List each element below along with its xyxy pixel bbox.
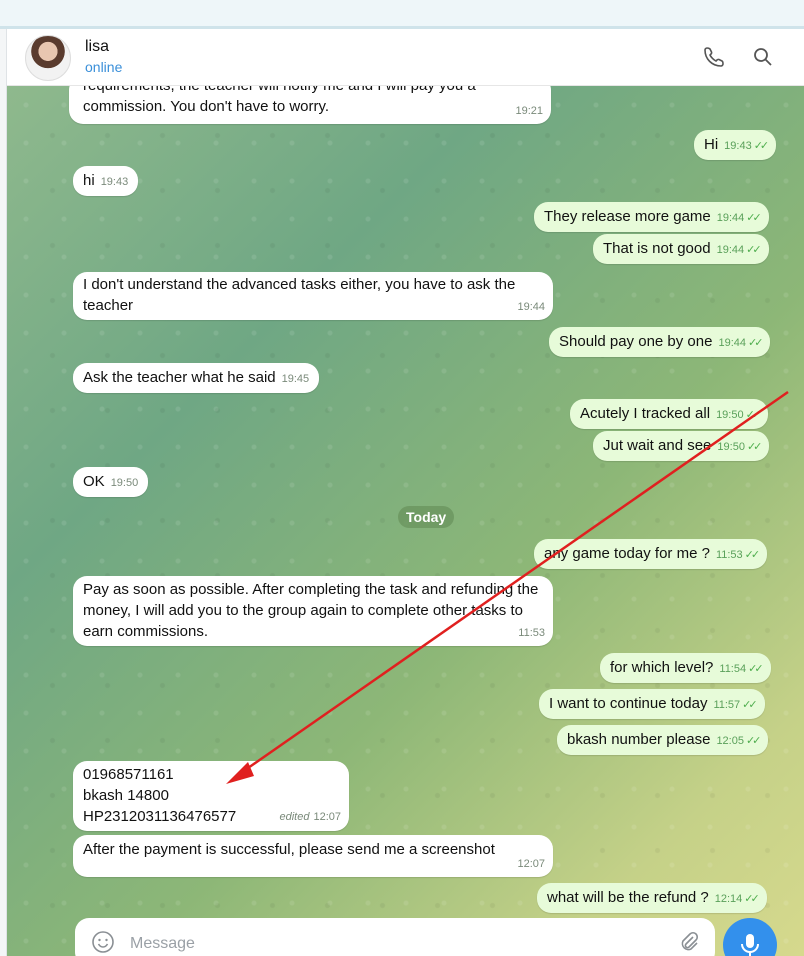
message-incoming[interactable]: requirements, the teacher will notify me…: [69, 86, 551, 124]
read-ticks-icon: ✓✓: [748, 337, 764, 349]
message-text: Jut wait and see: [603, 437, 712, 454]
message-text: Ask the teacher what he said: [83, 369, 276, 386]
message-outgoing[interactable]: Should pay one by one 19:44 ✓✓: [549, 327, 771, 357]
read-ticks-icon: ✓✓: [748, 663, 764, 675]
message-composer[interactable]: Message: [75, 918, 715, 956]
message-outgoing[interactable]: That is not good 19:44 ✓✓: [593, 234, 769, 264]
message-incoming[interactable]: I don't understand the advanced tasks ei…: [73, 272, 553, 320]
message-text: That is not good: [603, 240, 711, 257]
contact-name[interactable]: lisa: [85, 38, 109, 56]
read-ticks-icon: ✓✓: [745, 735, 762, 747]
message-time: 19:44: [517, 301, 545, 313]
message-meta: edited 12:07: [279, 807, 341, 828]
message-text: for which level?: [610, 659, 714, 676]
message-outgoing[interactable]: Acutely I tracked all 19:50 ✓✓: [570, 399, 769, 429]
message-time: 12:07: [517, 858, 545, 870]
message-outgoing[interactable]: for which level? 11:54 ✓✓: [600, 653, 771, 683]
read-ticks-icon: ✓✓: [746, 212, 762, 224]
chat-header: lisa online: [7, 29, 804, 86]
chat-area[interactable]: requirements, the teacher will notify me…: [7, 86, 804, 956]
message-text: any game today for me ?: [544, 545, 710, 562]
message-time: 19:43: [724, 140, 752, 152]
message-text: Pay as soon as possible. After completin…: [83, 581, 539, 640]
message-incoming[interactable]: After the payment is successful, please …: [73, 835, 553, 877]
message-outgoing[interactable]: Jut wait and see 19:50 ✓✓: [593, 431, 770, 461]
message-time: 12:07: [313, 811, 341, 823]
message-time: 19:44: [718, 337, 746, 349]
message-text: Acutely I tracked all: [580, 405, 711, 422]
read-ticks-icon: ✓✓: [742, 699, 758, 711]
message-text: Hi: [704, 136, 719, 153]
read-ticks-icon: ✓✓: [744, 549, 761, 561]
message-incoming[interactable]: Ask the teacher what he said 19:45: [73, 363, 320, 393]
edited-label: edited: [279, 811, 310, 823]
message-time: 19:45: [281, 373, 310, 385]
message-text: Should pay one by one: [559, 333, 713, 350]
message-line: 01968571161: [83, 766, 174, 783]
left-panel-edge: [0, 29, 7, 956]
read-ticks-icon: ✓✓: [744, 893, 760, 905]
read-ticks-icon: ✓✓: [746, 441, 763, 453]
message-text: what will be the refund ?: [547, 889, 709, 906]
message-text: OK: [83, 473, 105, 490]
message-time: 11:53: [518, 627, 545, 639]
message-time: 11:54: [719, 663, 747, 675]
attach-icon[interactable]: [677, 930, 701, 954]
message-time: 19:50: [110, 477, 139, 489]
search-icon[interactable]: [751, 45, 775, 69]
message-text: requirements, the teacher will notify me…: [83, 86, 476, 115]
avatar[interactable]: [25, 35, 71, 81]
read-ticks-icon: ✓✓: [745, 409, 762, 421]
message-input[interactable]: Message: [130, 935, 195, 953]
message-outgoing[interactable]: I want to continue today 11:57 ✓✓: [539, 689, 765, 719]
read-ticks-icon: ✓✓: [746, 244, 762, 256]
message-time: 19:44: [716, 212, 745, 224]
phone-icon[interactable]: [702, 45, 726, 69]
message-time: 19:50: [717, 441, 745, 453]
message-time: 11:53: [715, 549, 743, 561]
message-time: 11:57: [713, 699, 741, 711]
message-text: They release more game: [544, 208, 711, 225]
message-time: 19:43: [100, 176, 129, 188]
contact-status: online: [85, 59, 123, 75]
window-top-strip: [0, 0, 804, 29]
message-outgoing[interactable]: They release more game 19:44 ✓✓: [534, 202, 769, 232]
message-incoming[interactable]: Pay as soon as possible. After completin…: [73, 576, 553, 646]
day-separator-badge: Today: [398, 506, 455, 528]
message-line: HP2312031136476577: [83, 808, 237, 825]
message-time: 12:14: [714, 893, 743, 905]
message-time: 19:44: [716, 244, 745, 256]
emoji-icon[interactable]: [91, 930, 115, 954]
message-time: 12:05: [716, 735, 744, 747]
message-text: I want to continue today: [549, 695, 708, 712]
message-incoming[interactable]: 01968571161 bkash 14800 HP23120311364765…: [73, 761, 349, 831]
voice-record-button[interactable]: [723, 918, 777, 956]
read-ticks-icon: ✓✓: [753, 140, 770, 152]
message-incoming[interactable]: hi 19:43: [73, 166, 139, 196]
message-text: bkash number please: [567, 731, 711, 748]
message-incoming[interactable]: OK 19:50: [73, 467, 149, 497]
message-outgoing[interactable]: what will be the refund ? 12:14 ✓✓: [537, 883, 767, 913]
microphone-icon: [741, 934, 759, 956]
message-outgoing[interactable]: bkash number please 12:05 ✓✓: [557, 725, 769, 755]
message-outgoing[interactable]: any game today for me ? 11:53 ✓✓: [534, 539, 768, 569]
message-time: 19:21: [515, 105, 543, 117]
message-text: After the payment is successful, please …: [83, 841, 495, 858]
message-text: I don't understand the advanced tasks ei…: [83, 276, 516, 314]
message-time: 19:50: [716, 409, 744, 421]
message-line: bkash 14800: [83, 787, 169, 804]
message-outgoing[interactable]: Hi 19:43 ✓✓: [694, 130, 777, 160]
message-text: hi: [83, 172, 95, 189]
